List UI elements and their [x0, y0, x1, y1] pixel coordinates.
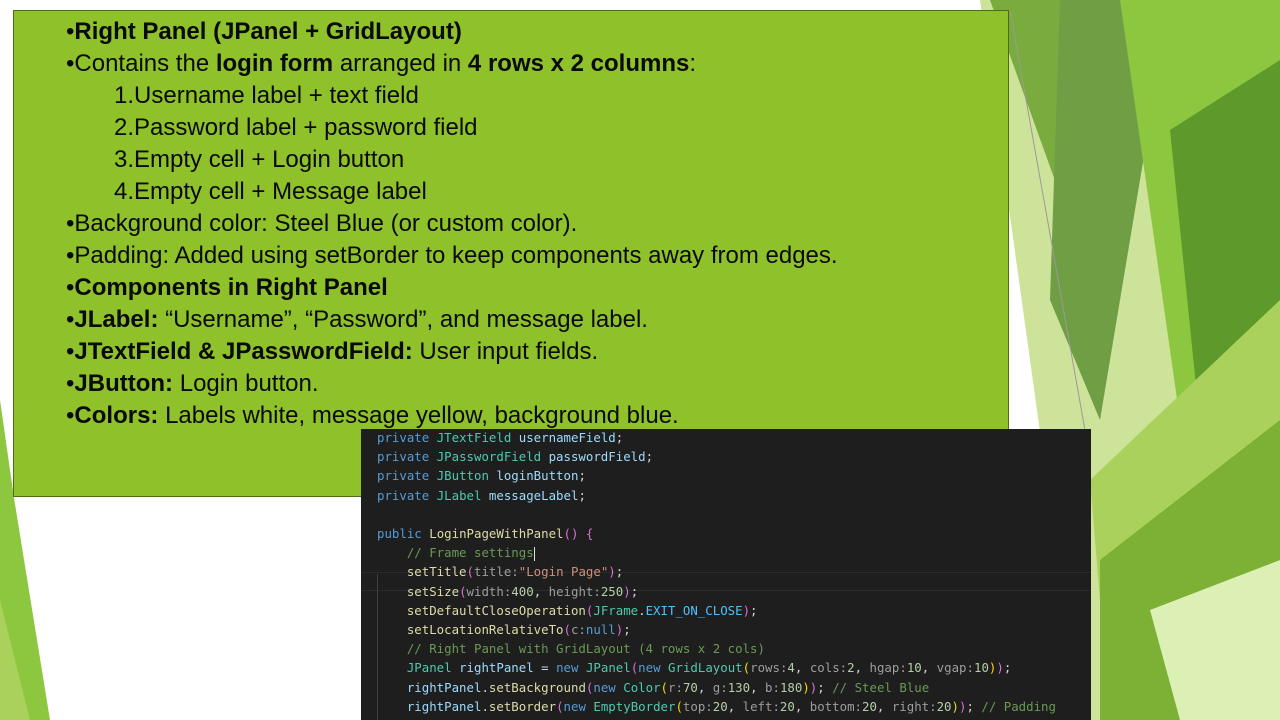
code-line: // Frame settings — [406, 545, 535, 561]
slide-line: •JButton: Login button. — [66, 370, 319, 398]
bold-text: JTextField & JPasswordField: — [74, 338, 413, 365]
text: 2.Password label + password field — [114, 114, 478, 141]
code-line: setDefaultCloseOperation(JFrame.EXIT_ON_… — [406, 602, 758, 618]
text: User input fields. — [412, 338, 599, 365]
text: Labels white, message yellow, background… — [158, 402, 679, 429]
text: Login button. — [173, 370, 319, 397]
text: Contains the — [74, 50, 216, 77]
code-line: private JTextField usernameField; — [377, 430, 624, 445]
slide-line: 1.Username label + text field — [114, 82, 419, 110]
text: 1.Username label + text field — [114, 82, 419, 109]
slide-line: •Padding: Added using setBorder to keep … — [66, 242, 838, 270]
code-line: private JButton loginButton; — [377, 468, 586, 484]
slide-line: 2.Password label + password field — [114, 114, 478, 142]
bold-text: 4 rows x 2 columns — [467, 50, 690, 77]
code-line: public LoginPageWithPanel() { — [377, 526, 594, 541]
slide-line: •JTextField & JPasswordField: User input… — [66, 338, 598, 366]
slide-line: •Components in Right Panel — [66, 274, 388, 302]
slide-line: •Background color: Steel Blue (or custom… — [66, 210, 577, 238]
code-line: private JPasswordField passwordField; — [377, 449, 654, 465]
text: Background color: Steel Blue (or custom … — [74, 210, 578, 237]
bold-text: Components in Right Panel — [74, 274, 388, 301]
bold-text: JButton: — [74, 370, 174, 397]
code-line: setLocationRelativeTo(c:null); — [406, 622, 631, 637]
text-cursor — [533, 546, 535, 561]
slide-line: •Right Panel (JPanel + GridLayout) — [66, 18, 462, 46]
code-line: // Right Panel with GridLayout (4 rows x… — [406, 641, 765, 657]
code-line: rightPanel.setBackground(new Color(r:70,… — [406, 679, 930, 695]
bold-text: Colors: — [74, 402, 159, 429]
code-line: private JLabel messageLabel; — [377, 487, 586, 503]
code-line: setSize(width:400, height:250); — [406, 583, 639, 599]
bold-text: JLabel: — [74, 306, 159, 333]
text: “Username”, “Password”, and message labe… — [158, 306, 648, 333]
code-line: rightPanel.setBorder(new EmptyBorder(top… — [406, 698, 1056, 714]
code-screenshot: private JTextField usernameField; private… — [361, 429, 1091, 720]
text: : — [689, 50, 697, 77]
text: Padding: Added using setBorder to keep c… — [74, 242, 838, 269]
code-line: JPanel rightPanel = new JPanel(new GridL… — [406, 660, 1012, 676]
code-line: setTitle(title:"Login Page"); — [406, 564, 624, 580]
slide-line: •JLabel: “Username”, “Password”, and mes… — [66, 306, 648, 334]
slide-line: 4.Empty cell + Message label — [114, 178, 427, 206]
text: arranged in — [333, 50, 468, 77]
slide-line: •Colors: Labels white, message yellow, b… — [66, 402, 679, 430]
slide-line: •Contains the login form arranged in 4 r… — [66, 50, 696, 78]
text: 4.Empty cell + Message label — [114, 178, 427, 205]
text: 3.Empty cell + Login button — [114, 146, 405, 173]
slide-line: 3.Empty cell + Login button — [114, 146, 404, 174]
bold-text: Right Panel (JPanel + GridLayout) — [74, 18, 462, 45]
bold-text: login form — [215, 50, 334, 77]
